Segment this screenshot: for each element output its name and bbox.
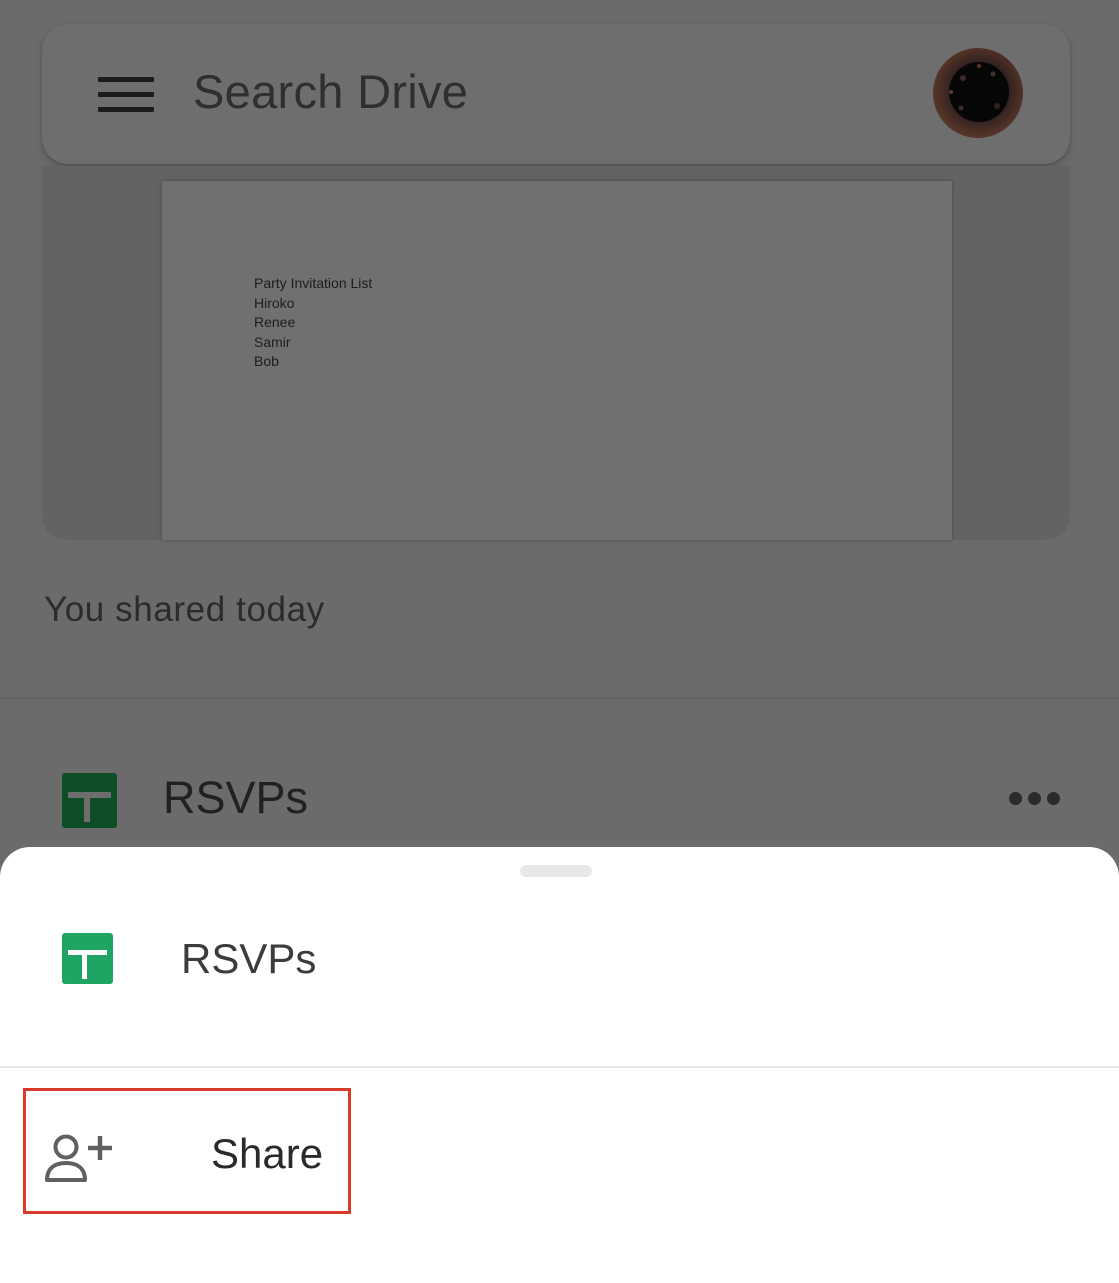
preview-line: Party Invitation List	[254, 275, 373, 291]
google-sheets-icon	[62, 773, 117, 828]
file-name[interactable]: RSVPs	[163, 772, 308, 824]
avatar[interactable]	[933, 48, 1023, 138]
hamburger-menu-icon[interactable]	[98, 77, 154, 112]
bottom-sheet: RSVPs Share	[0, 847, 1119, 1283]
drag-handle[interactable]	[520, 865, 592, 877]
person-add-icon[interactable]	[44, 1134, 112, 1182]
more-horizontal-icon[interactable]	[1009, 792, 1061, 806]
preview-line: Hiroko	[254, 294, 295, 311]
divider	[0, 1066, 1119, 1068]
sheet-file-title: RSVPs	[181, 935, 317, 982]
sheet-header	[0, 887, 1119, 1067]
google-sheets-icon	[62, 933, 113, 984]
search-input-placeholder[interactable]: Search Drive	[193, 64, 468, 119]
share-button[interactable]	[0, 1075, 1119, 1215]
preview-line: Samir	[254, 333, 291, 350]
preview-line: Renee	[254, 314, 296, 330]
share-label[interactable]: Share	[211, 1130, 323, 1178]
preview-line: Bob	[254, 353, 279, 369]
activity-label: You shared today	[44, 590, 325, 629]
avatar-image	[949, 62, 1009, 122]
divider	[0, 697, 1119, 699]
document-preview: Party Invitation List Hiroko Renee Samir…	[162, 181, 952, 540]
